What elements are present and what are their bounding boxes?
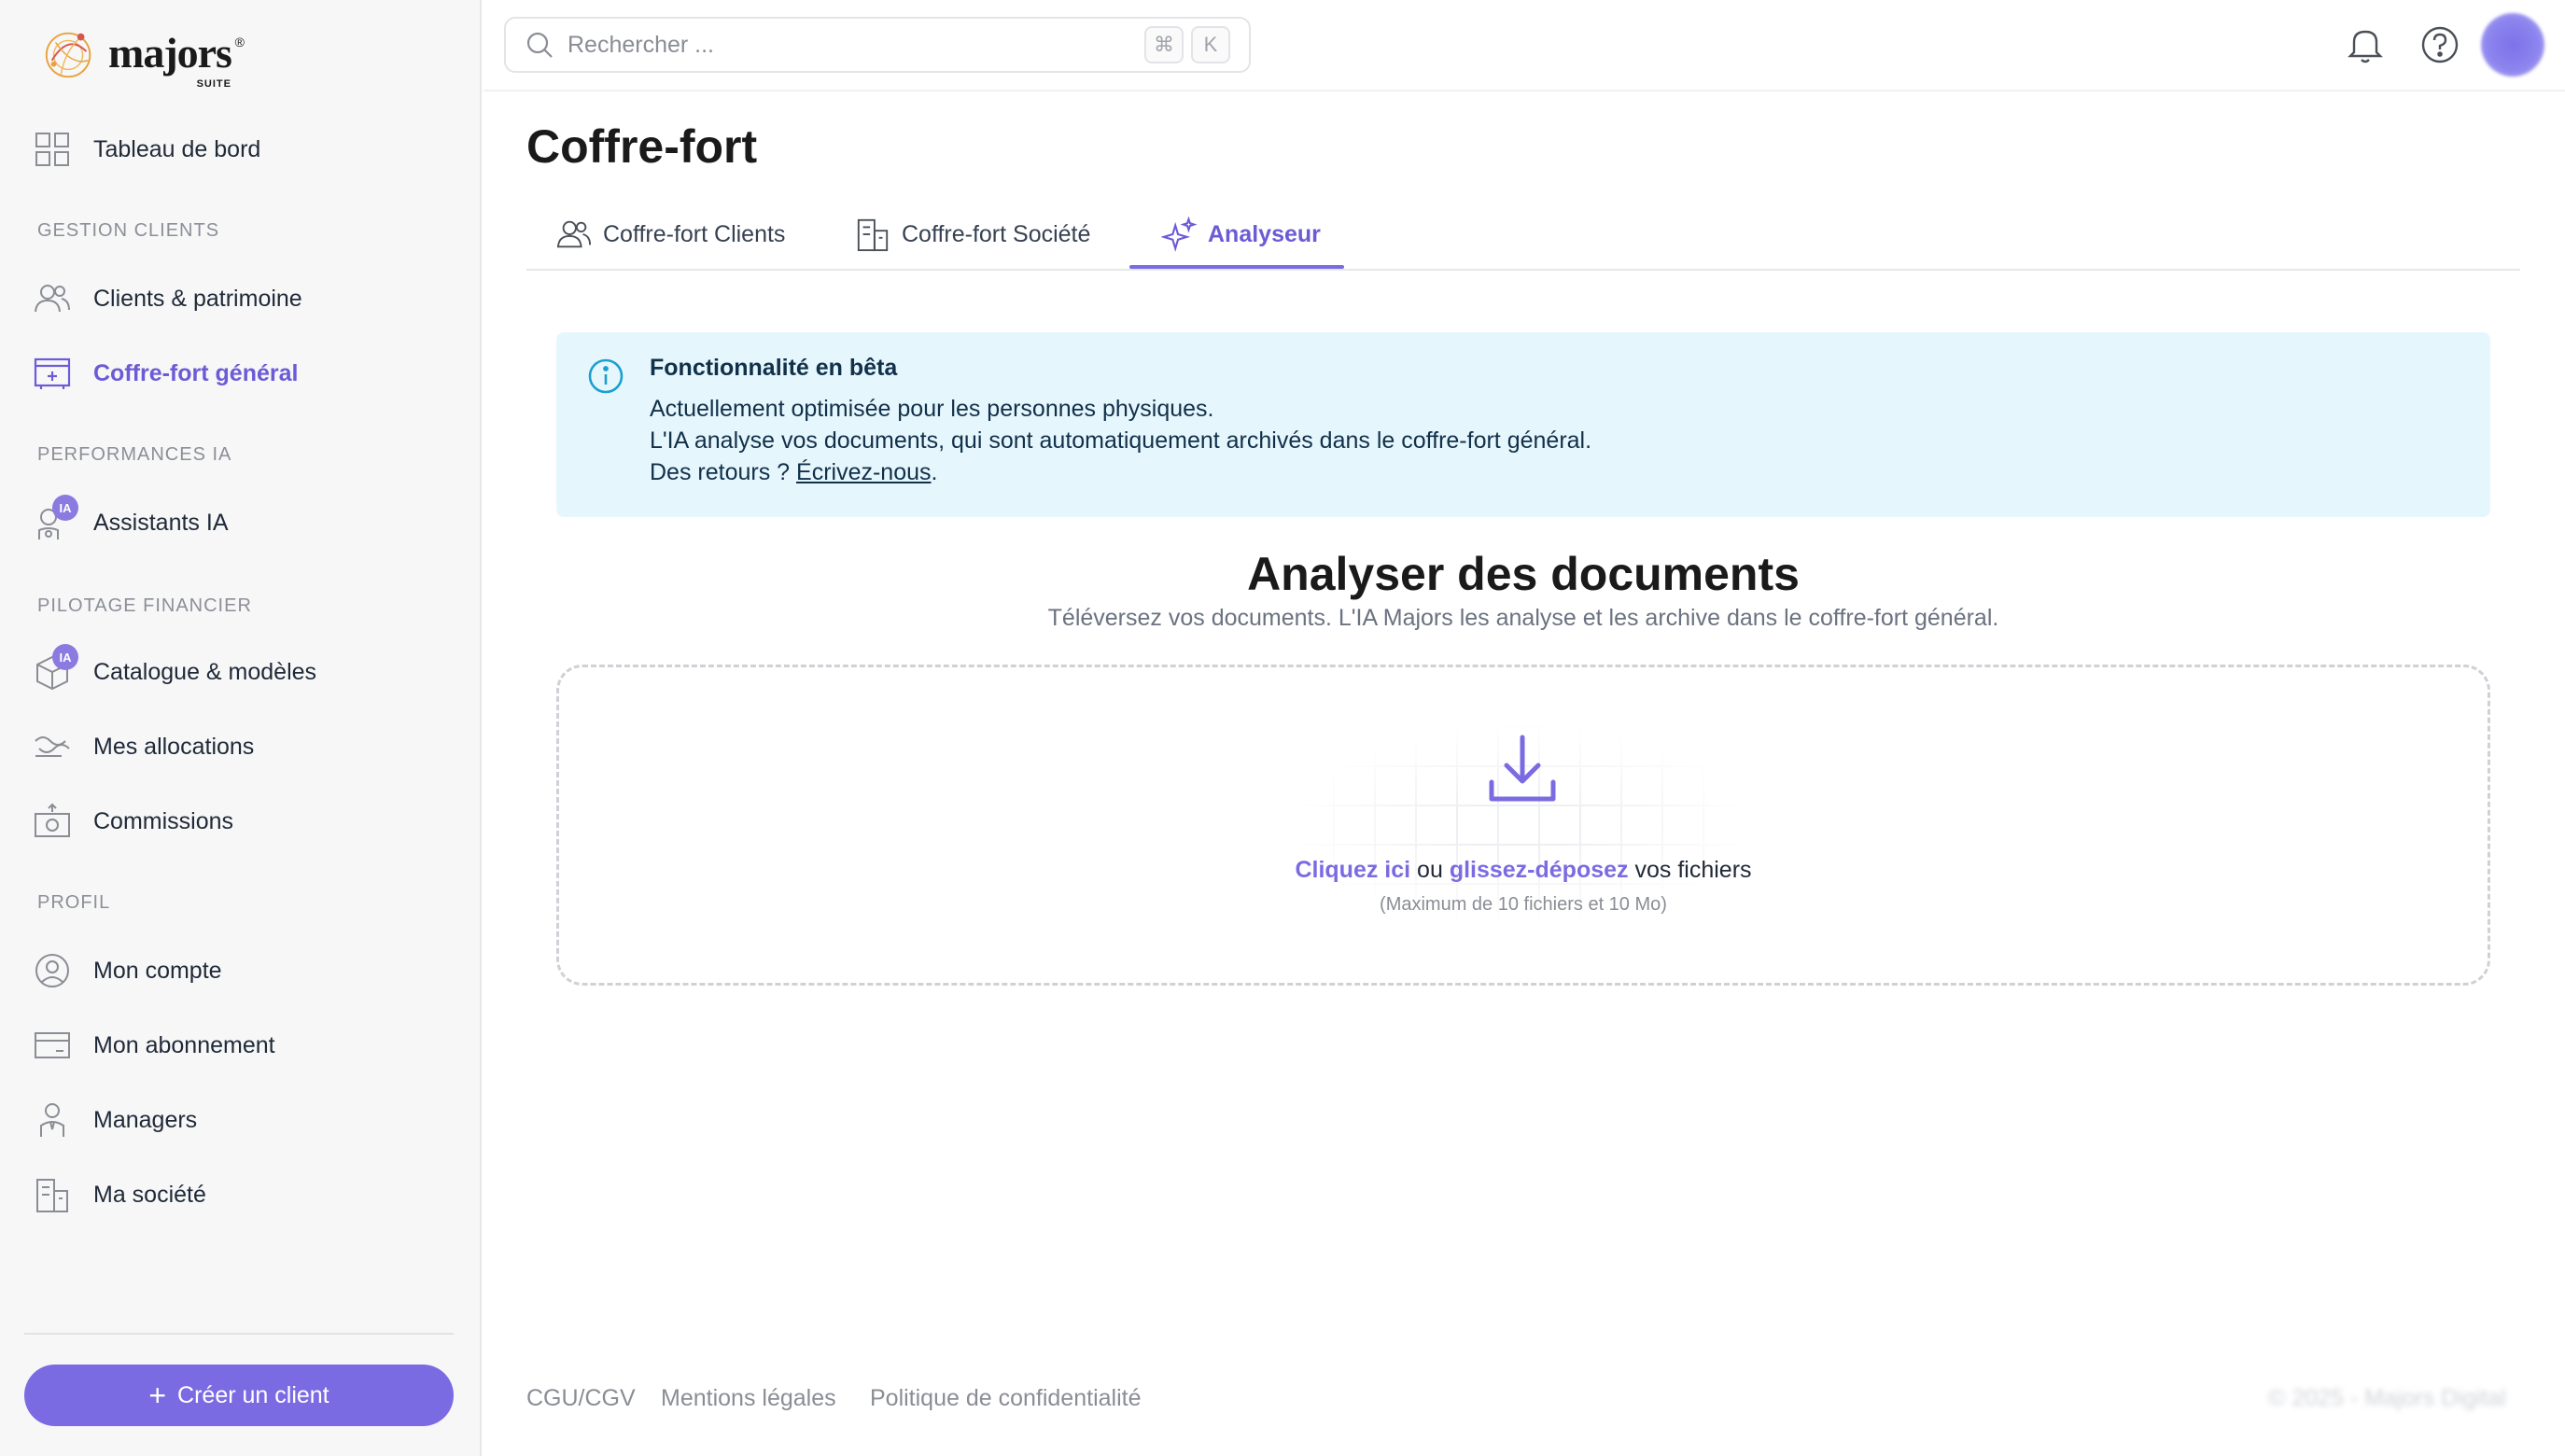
sidebar-item-catalogue[interactable]: IA Catalogue & modèles bbox=[34, 644, 444, 700]
dashboard-grid-icon bbox=[34, 131, 71, 168]
page-title: Coffre-fort bbox=[526, 120, 758, 173]
beta-line-1: Actuellement optimisée pour les personne… bbox=[650, 396, 1214, 422]
sidebar-item-commissions[interactable]: Commissions bbox=[34, 793, 444, 849]
dropzone-or: ou bbox=[1410, 857, 1450, 883]
analyse-title: Analyser des documents bbox=[1247, 548, 1800, 600]
package-icon: IA bbox=[34, 644, 78, 691]
sidebar-item-label: Managers bbox=[93, 1106, 198, 1133]
avatar[interactable] bbox=[2481, 13, 2544, 77]
tab-coffre-fort-clients[interactable]: Coffre-fort Clients bbox=[556, 198, 785, 271]
commissions-icon bbox=[34, 803, 71, 840]
building-icon bbox=[34, 1176, 71, 1213]
beta-title: Fonctionnalité en bêta bbox=[650, 355, 898, 381]
sidebar-divider bbox=[24, 1333, 454, 1335]
tab-label: Coffre-fort Clients bbox=[603, 220, 786, 247]
logo-text: majors ® SUITE bbox=[108, 29, 245, 90]
tab-label: Analyseur bbox=[1208, 220, 1321, 247]
assistant-icon: IA bbox=[34, 495, 78, 541]
logo[interactable]: majors ® SUITE bbox=[41, 24, 245, 90]
manager-icon bbox=[34, 1101, 71, 1139]
beta-feedback-prefix: Des retours ? bbox=[650, 459, 797, 485]
create-client-label: Créer un client bbox=[177, 1381, 329, 1408]
sidebar-item-coffre-fort[interactable]: Coffre-fort général bbox=[34, 345, 444, 401]
plus-icon: + bbox=[148, 1379, 167, 1412]
help-button[interactable] bbox=[2419, 24, 2460, 65]
building-icon bbox=[857, 218, 889, 252]
sidebar: majors ® SUITE Tableau de bord GESTION C… bbox=[0, 0, 482, 1456]
sparkles-icon bbox=[1161, 217, 1197, 252]
download-icon bbox=[1489, 735, 1556, 802]
sidebar-item-allocations[interactable]: Mes allocations bbox=[34, 719, 444, 775]
sidebar-item-label: Clients & patrimoine bbox=[93, 285, 302, 312]
users-icon bbox=[556, 220, 592, 248]
allocations-icon bbox=[34, 728, 71, 765]
help-circle-icon bbox=[2421, 26, 2459, 63]
beta-feedback-suffix: . bbox=[931, 459, 938, 485]
sidebar-item-label: Catalogue & modèles bbox=[93, 658, 317, 685]
sidebar-item-managers[interactable]: Managers bbox=[34, 1092, 444, 1148]
sidebar-item-label: Coffre-fort général bbox=[93, 359, 299, 386]
shortcut-key-k: K bbox=[1191, 26, 1230, 63]
logo-suite: SUITE bbox=[196, 78, 231, 90]
notifications-button[interactable] bbox=[2345, 24, 2386, 65]
footer-link-mentions[interactable]: Mentions légales bbox=[661, 1385, 836, 1412]
click-here-link[interactable]: Cliquez ici bbox=[1295, 857, 1410, 883]
sidebar-item-label: Assistants IA bbox=[93, 509, 229, 536]
tab-analyseur[interactable]: Analyseur bbox=[1161, 198, 1321, 271]
user-circle-icon bbox=[34, 952, 71, 989]
tab-coffre-fort-societe[interactable]: Coffre-fort Société bbox=[855, 198, 1090, 271]
footer-link-privacy[interactable]: Politique de confidentialité bbox=[870, 1385, 1141, 1412]
sidebar-item-label: Mon abonnement bbox=[93, 1031, 275, 1058]
search-bar[interactable]: ⌘ K bbox=[504, 17, 1251, 73]
sidebar-item-abonnement[interactable]: Mon abonnement bbox=[34, 1017, 444, 1073]
beta-notice: Fonctionnalité en bêta Actuellement opti… bbox=[556, 332, 2490, 517]
drag-drop-link[interactable]: glissez-déposez bbox=[1450, 857, 1629, 883]
shortcut-key-cmd: ⌘ bbox=[1144, 26, 1184, 63]
section-label-performances: PERFORMANCES IA bbox=[37, 444, 232, 465]
logo-wordmark: majors bbox=[108, 29, 232, 77]
footer-copyright: © 2025 - Majors Digital bbox=[2268, 1385, 2506, 1411]
contact-us-link[interactable]: Écrivez-nous bbox=[796, 459, 932, 485]
search-icon bbox=[526, 32, 553, 58]
sidebar-item-dashboard[interactable]: Tableau de bord bbox=[34, 121, 444, 177]
sidebar-item-assistants[interactable]: IA Assistants IA bbox=[34, 495, 444, 551]
tab-bar: Coffre-fort Clients Coffre-fort Société … bbox=[526, 198, 2520, 271]
beta-line-2: L'IA analyse vos documents, qui sont aut… bbox=[650, 427, 1592, 454]
logo-registered: ® bbox=[234, 35, 245, 49]
footer-link-cgu[interactable]: CGU/CGV bbox=[526, 1385, 636, 1412]
active-tab-indicator bbox=[1129, 265, 1344, 269]
sidebar-item-label: Mon compte bbox=[93, 957, 222, 984]
ia-badge: IA bbox=[52, 495, 78, 521]
tab-label: Coffre-fort Société bbox=[902, 220, 1091, 247]
info-icon bbox=[588, 358, 624, 394]
users-icon bbox=[34, 280, 71, 317]
majors-logo-icon bbox=[45, 32, 91, 78]
sidebar-item-clients[interactable]: Clients & patrimoine bbox=[34, 271, 444, 327]
search-input[interactable] bbox=[568, 31, 1137, 59]
sidebar-item-mon-compte[interactable]: Mon compte bbox=[34, 943, 444, 999]
create-client-button[interactable]: + Créer un client bbox=[24, 1365, 454, 1426]
ia-badge: IA bbox=[52, 644, 78, 670]
dropzone-text: Cliquez ici ou glissez-déposez vos fichi… bbox=[0, 857, 2565, 884]
dropzone-files: vos fichiers bbox=[1628, 857, 1752, 883]
credit-card-icon bbox=[34, 1027, 71, 1064]
dropzone-hint: (Maximum de 10 fichiers et 10 Mo) bbox=[1380, 894, 1667, 915]
beta-line-3: Des retours ? Écrivez-nous. bbox=[650, 459, 937, 486]
sidebar-item-ma-societe[interactable]: Ma société bbox=[34, 1167, 444, 1223]
sidebar-item-label: Commissions bbox=[93, 807, 234, 834]
vault-icon bbox=[34, 355, 71, 392]
bell-icon bbox=[2348, 30, 2383, 63]
sidebar-item-label: Ma société bbox=[93, 1181, 206, 1208]
sidebar-item-label: Mes allocations bbox=[93, 733, 255, 760]
sidebar-item-label: Tableau de bord bbox=[93, 135, 261, 162]
topbar-divider bbox=[484, 90, 2565, 91]
analyse-subtitle: Téléversez vos documents. L'IA Majors le… bbox=[1047, 605, 1999, 631]
section-label-clients: GESTION CLIENTS bbox=[37, 220, 220, 241]
